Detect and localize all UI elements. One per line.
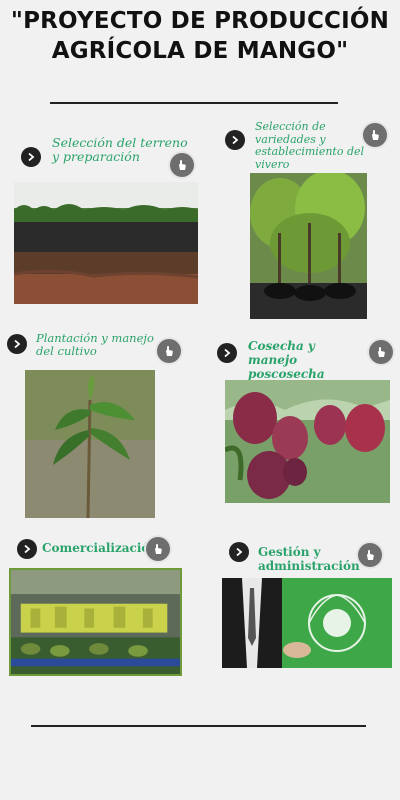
section-3-label: Plantación y manejo del cultivo: [36, 331, 154, 358]
mango-seedling-photo: [25, 370, 155, 518]
nursery-photo: [250, 173, 367, 319]
section-5-label: Comercialización: [42, 541, 159, 555]
section-5-tap-icon[interactable]: [146, 537, 170, 561]
section-3-tap-icon[interactable]: [157, 339, 181, 363]
page-title: "PROYECTO DE PRODUCCIÓN AGRÍCOLA DE MANG…: [10, 8, 390, 64]
title-divider: [50, 102, 338, 104]
section-6-tap-icon[interactable]: [358, 543, 382, 567]
soil-terrain-photo: [14, 182, 198, 304]
section-1-arrow-icon[interactable]: [21, 147, 41, 167]
section-4-tap-icon[interactable]: [369, 340, 393, 364]
management-photo: [222, 578, 392, 668]
section-4-arrow-icon[interactable]: [217, 343, 237, 363]
section-6-arrow-icon[interactable]: [229, 542, 249, 562]
section-2-tap-icon[interactable]: [363, 123, 387, 147]
section-2-label: Selección de variedades y establecimient…: [255, 120, 365, 171]
section-3-arrow-icon[interactable]: [7, 334, 27, 354]
mango-fruits-photo: [225, 380, 390, 503]
section-5-arrow-icon[interactable]: [17, 539, 37, 559]
section-2-arrow-icon[interactable]: [225, 130, 245, 150]
section-6-label: Gestión y administración: [258, 545, 360, 573]
section-4-label: Cosecha y manejo poscosecha: [248, 339, 325, 381]
section-1-tap-icon[interactable]: [170, 153, 194, 177]
footer-divider: [31, 725, 366, 727]
packing-line-photo: [9, 568, 182, 676]
